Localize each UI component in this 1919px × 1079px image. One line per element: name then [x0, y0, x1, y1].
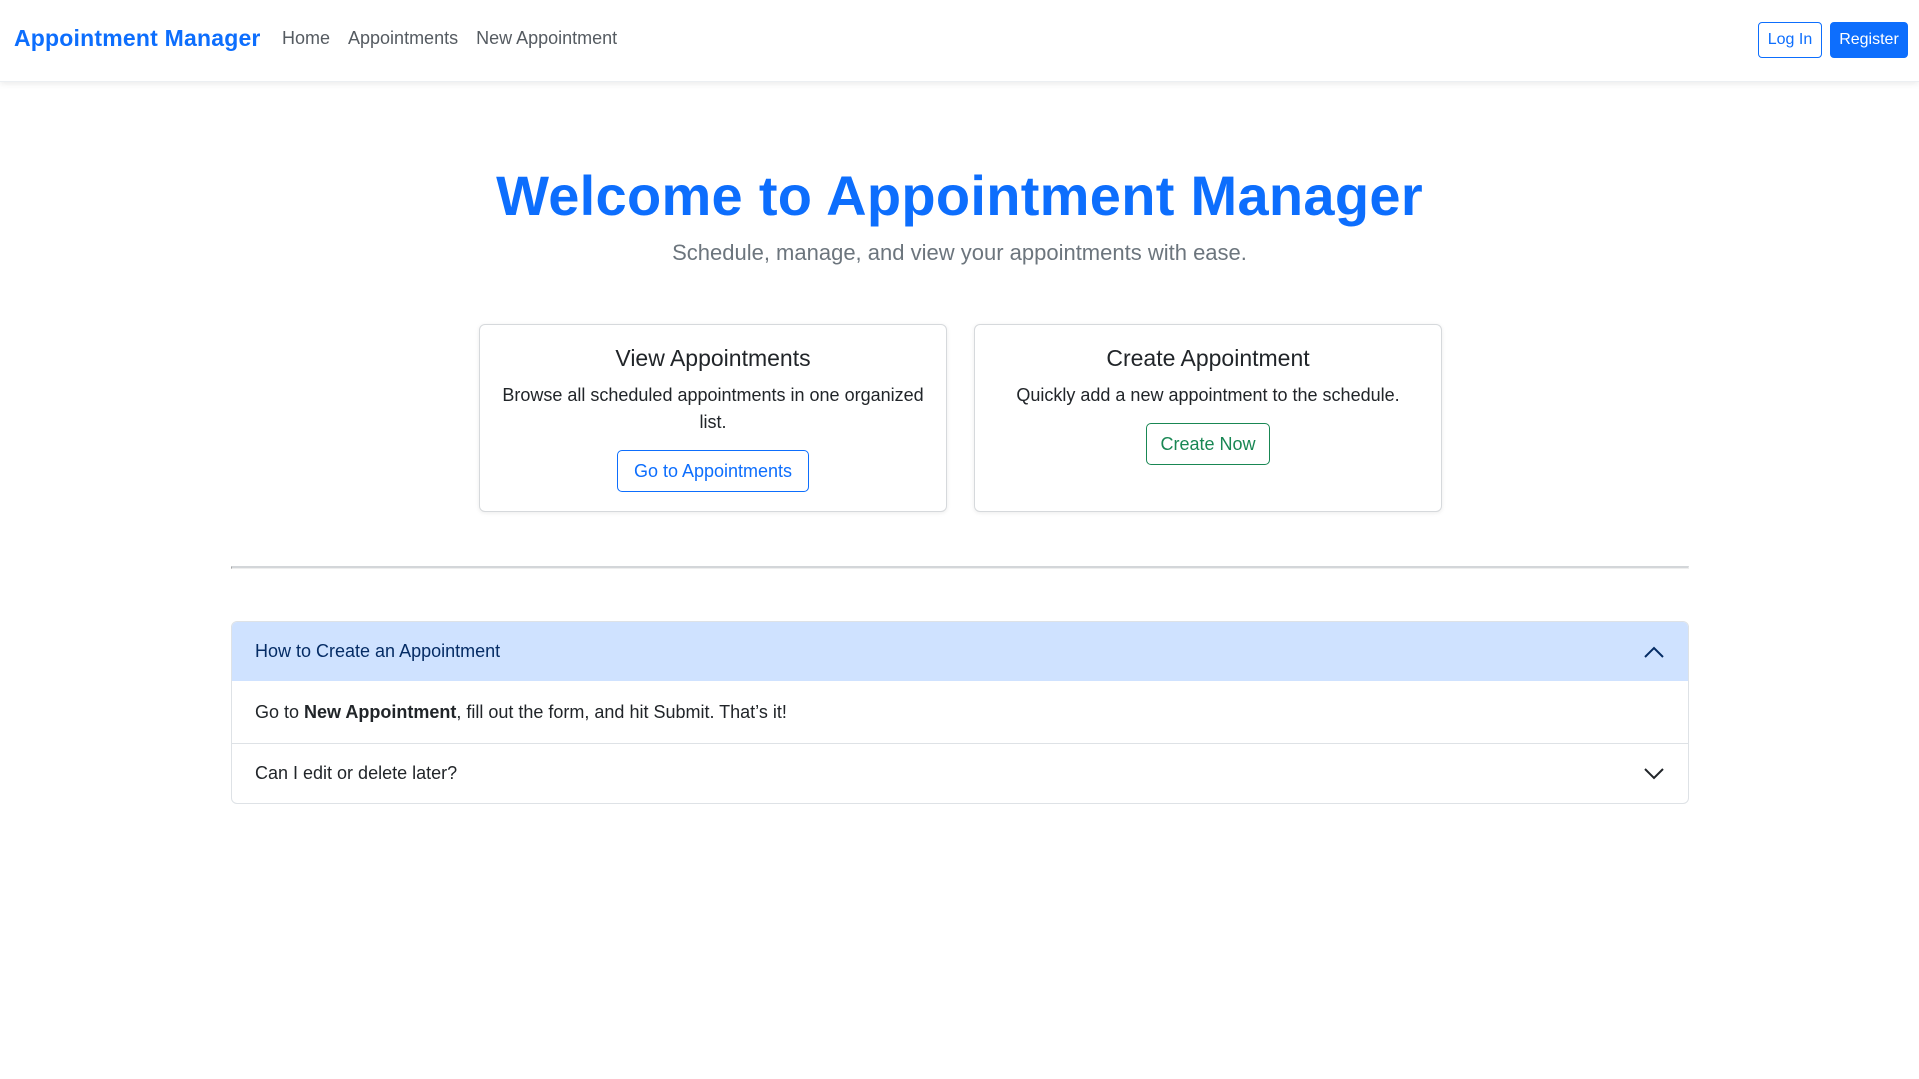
answer-suffix: , fill out the form, and hit Submit. Tha… — [456, 701, 787, 722]
nav-link-appointments[interactable]: Appointments — [348, 28, 458, 49]
nav-link-new-appointment[interactable]: New Appointment — [476, 28, 617, 49]
page-title: Welcome to Appointment Manager — [496, 164, 1423, 227]
chevron-up-icon — [1642, 640, 1666, 664]
create-appointment-card: Create Appointment Quickly add a new app… — [974, 324, 1442, 512]
register-button[interactable]: Register — [1830, 22, 1908, 58]
card-text: Browse all scheduled appointments in one… — [502, 385, 924, 432]
create-now-button[interactable]: Create Now — [1146, 423, 1270, 465]
login-button[interactable]: Log In — [1758, 22, 1822, 58]
chevron-down-icon — [1642, 762, 1666, 786]
accordion-body-how-to-create: Go to New Appointment, fill out the form… — [232, 681, 1688, 744]
card-title: View Appointments — [615, 345, 811, 371]
view-appointments-card: View Appointments Browse all scheduled a… — [479, 324, 947, 512]
accordion-answer: Go to New Appointment, fill out the form… — [255, 702, 787, 723]
accordion-question: Can I edit or delete later? — [255, 763, 458, 783]
faq-accordion: How to Create an Appointment Go to New A… — [231, 621, 1689, 804]
navbar: Appointment Manager Home Appointments Ne… — [0, 0, 1919, 82]
card-text: Quickly add a new appointment to the sch… — [1016, 385, 1400, 405]
answer-prefix: Go to — [255, 701, 305, 722]
nav-link-home[interactable]: Home — [282, 28, 330, 49]
accordion-question: How to Create an Appointment — [255, 641, 501, 661]
brand-logo-link[interactable]: Appointment Manager — [14, 25, 261, 52]
section-divider — [231, 566, 1689, 569]
accordion-header-edit-delete[interactable]: Can I edit or delete later? — [232, 744, 1688, 803]
page-subtitle: Schedule, manage, and view your appointm… — [672, 240, 1247, 265]
nav-links: Home Appointments New Appointment — [282, 28, 635, 49]
card-title: Create Appointment — [1106, 345, 1310, 371]
accordion-header-how-to-create[interactable]: How to Create an Appointment — [232, 622, 1688, 681]
answer-bold: New Appointment — [304, 701, 457, 722]
go-to-appointments-button[interactable]: Go to Appointments — [617, 450, 809, 492]
